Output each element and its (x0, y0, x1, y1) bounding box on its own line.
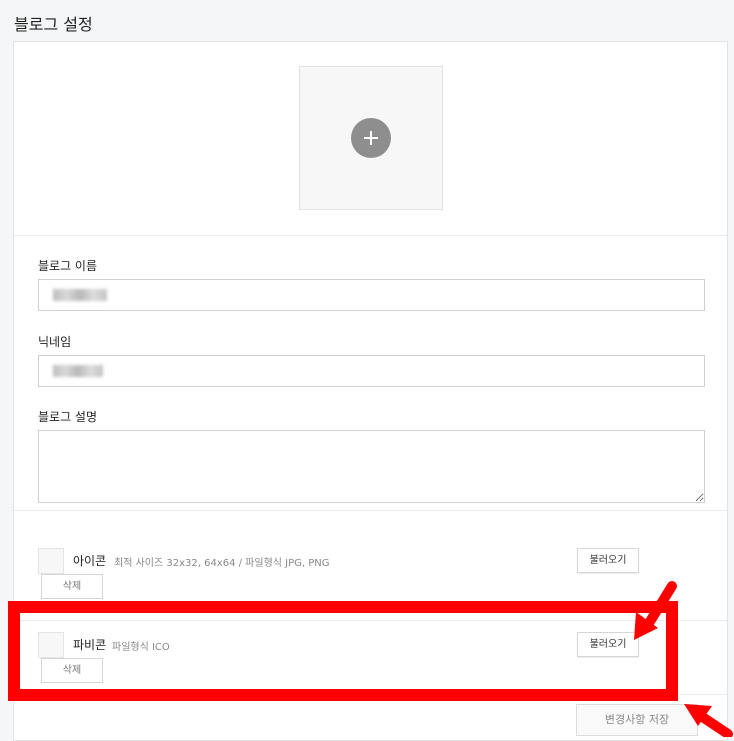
profile-image-uploader[interactable] (299, 66, 443, 210)
icon-delete-button[interactable]: 삭제 (41, 574, 103, 599)
icon-load-button[interactable]: 불러오기 (577, 548, 639, 573)
save-changes-button[interactable]: 변경사항 저장 (576, 704, 698, 736)
blog-settings-card: 블로그 이름 닉네임 블로그 설명 아이콘 최적 사이즈 32x32, 64x6… (13, 41, 728, 741)
icon-row-hint: 최적 사이즈 32x32, 64x64 / 파일형식 JPG, PNG (114, 558, 330, 569)
description-label: 블로그 설명 (38, 410, 98, 424)
favicon-row-name: 파비콘 (73, 638, 107, 652)
favicon-thumbnail (38, 632, 64, 658)
page-title: 블로그 설정 (14, 15, 93, 34)
row-divider (14, 694, 727, 695)
nickname-label: 닉네임 (38, 335, 72, 349)
favicon-load-button[interactable]: 불러오기 (577, 632, 639, 657)
favicon-row-hint: 파일형식 ICO (112, 642, 170, 653)
row-divider (14, 620, 727, 621)
icon-thumbnail (38, 548, 64, 574)
blog-name-input[interactable] (38, 279, 705, 311)
section-divider (14, 510, 727, 511)
icon-row-name: 아이콘 (73, 554, 107, 568)
redacted-text (53, 365, 103, 377)
profile-image-section (14, 42, 727, 236)
plus-icon (351, 118, 391, 158)
redacted-text (53, 289, 107, 301)
favicon-delete-button[interactable]: 삭제 (41, 658, 103, 683)
nickname-input[interactable] (38, 355, 705, 387)
blog-name-label: 블로그 이름 (38, 259, 98, 273)
description-textarea[interactable] (38, 430, 705, 503)
